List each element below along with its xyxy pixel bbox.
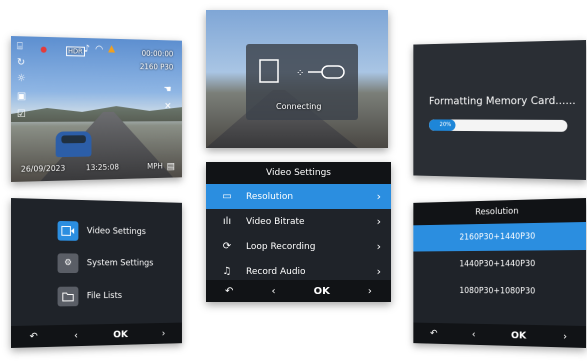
back-button[interactable]: ↶ [225,286,233,297]
chevron-right-icon: › [376,240,381,253]
formatting-screen: Formatting Memory Card...... 20% [413,40,586,180]
recording-screen: ⌸ ● ↻ ☼ ▣ ☑ HDR ♪ ◠ ▲ 00:00:00 2160 P30 … [11,36,182,182]
left-button[interactable]: ‹ [74,330,78,341]
parking-icon: ▣ [16,91,27,103]
resolution-option[interactable]: 2160P30+1440P30 [413,222,586,252]
menu-item-label: System Settings [86,258,154,269]
connecting-dialog: ⁘ Connecting [246,44,358,120]
menu-item-system-settings[interactable]: ⚙ System Settings [57,251,154,275]
setting-label: Record Audio [246,266,306,277]
menu-item-label: Video Settings [86,226,146,237]
folder-icon [57,286,79,307]
motion-icon: ☼ [16,73,26,85]
right-button[interactable]: › [563,331,567,342]
menu-item-label: File Lists [86,291,123,302]
camera-icon: ⌸ [16,41,23,53]
video-settings-title: Video Settings [206,162,391,184]
format-progress-fill: 20% [428,119,456,131]
mic-icon: ♪ [83,43,90,55]
record-resolution: 2160 P30 [139,62,174,72]
resolution-screen: Resolution 2160P30+1440P30 1440P30+1440P… [413,198,586,348]
main-menu-screen: Video Settings ⚙ System Settings File Li… [11,198,182,348]
gps-icon: ▤ [166,161,176,173]
chevron-right-icon: › [376,265,381,278]
bottom-nav: ↶ ‹ OK › [206,280,391,302]
resolution-option[interactable]: 1080P30+1080P30 [413,278,586,306]
video-settings-screen: Video Settings ▭ Resolution › ılı Video … [206,162,391,302]
setting-resolution[interactable]: ▭ Resolution › [206,184,391,209]
right-button[interactable]: › [368,286,372,297]
bitrate-icon: ılı [222,216,232,227]
record-date: 26/09/2023 [20,163,66,174]
record-dot-icon: ● [40,44,48,54]
left-button[interactable]: ‹ [272,286,276,297]
back-button[interactable]: ↶ [30,331,38,342]
loop-icon: ↻ [16,57,26,69]
speed-unit: MPH [147,161,163,171]
setting-video-bitrate[interactable]: ılı Video Bitrate › [206,209,391,234]
menu-item-video-settings[interactable]: Video Settings [57,219,146,244]
right-button[interactable]: › [162,328,166,338]
chevron-right-icon: › [376,215,381,228]
ok-button[interactable]: OK [511,330,526,341]
bottom-nav: ↶ ‹ OK › [413,322,586,348]
back-button[interactable]: ↶ [430,328,437,339]
hdr-badge: HDR [66,46,85,57]
record-clock: 13:25:08 [85,162,119,173]
left-button[interactable]: ‹ [472,329,476,340]
svg-text:⁘: ⁘ [296,68,304,79]
bottom-nav: ↶ ‹ OK › [11,322,182,348]
format-progress-bar: 20% [428,119,568,132]
ok-button[interactable]: OK [113,329,128,340]
connecting-screen: ⁘ Connecting [206,10,388,148]
video-camera-icon [57,220,79,241]
scenery-hills [11,102,182,122]
setting-label: Resolution [246,191,294,202]
record-time: 00:00:00 [141,49,174,59]
bell-icon: ♫ [222,266,232,277]
hand-icon: ☚ [163,84,172,95]
screen-off-icon: ✕ [164,101,172,112]
setting-loop-recording[interactable]: ⟳ Loop Recording › [206,234,391,259]
connecting-label: Connecting [276,102,322,111]
screen-icon: ▭ [222,191,232,202]
gear-icon: ⚙ [57,253,79,273]
setting-label: Video Bitrate [246,216,305,227]
loop-icon: ⟳ [222,241,232,252]
formatting-title: Formatting Memory Card...... [428,94,576,108]
menu-item-file-lists[interactable]: File Lists [57,284,123,308]
resolution-title: Resolution [413,198,586,226]
warning-icon: ▲ [108,43,116,55]
connection-diagram-icon: ⁘ [259,59,345,83]
wifi-icon: ◠ [95,44,104,55]
setting-label: Loop Recording [246,241,316,252]
chevron-right-icon: › [376,190,381,203]
ok-button[interactable]: OK [314,286,330,297]
resolution-option[interactable]: 1440P30+1440P30 [413,250,586,278]
car-image [55,131,92,158]
exposure-icon: ☑ [16,109,26,120]
